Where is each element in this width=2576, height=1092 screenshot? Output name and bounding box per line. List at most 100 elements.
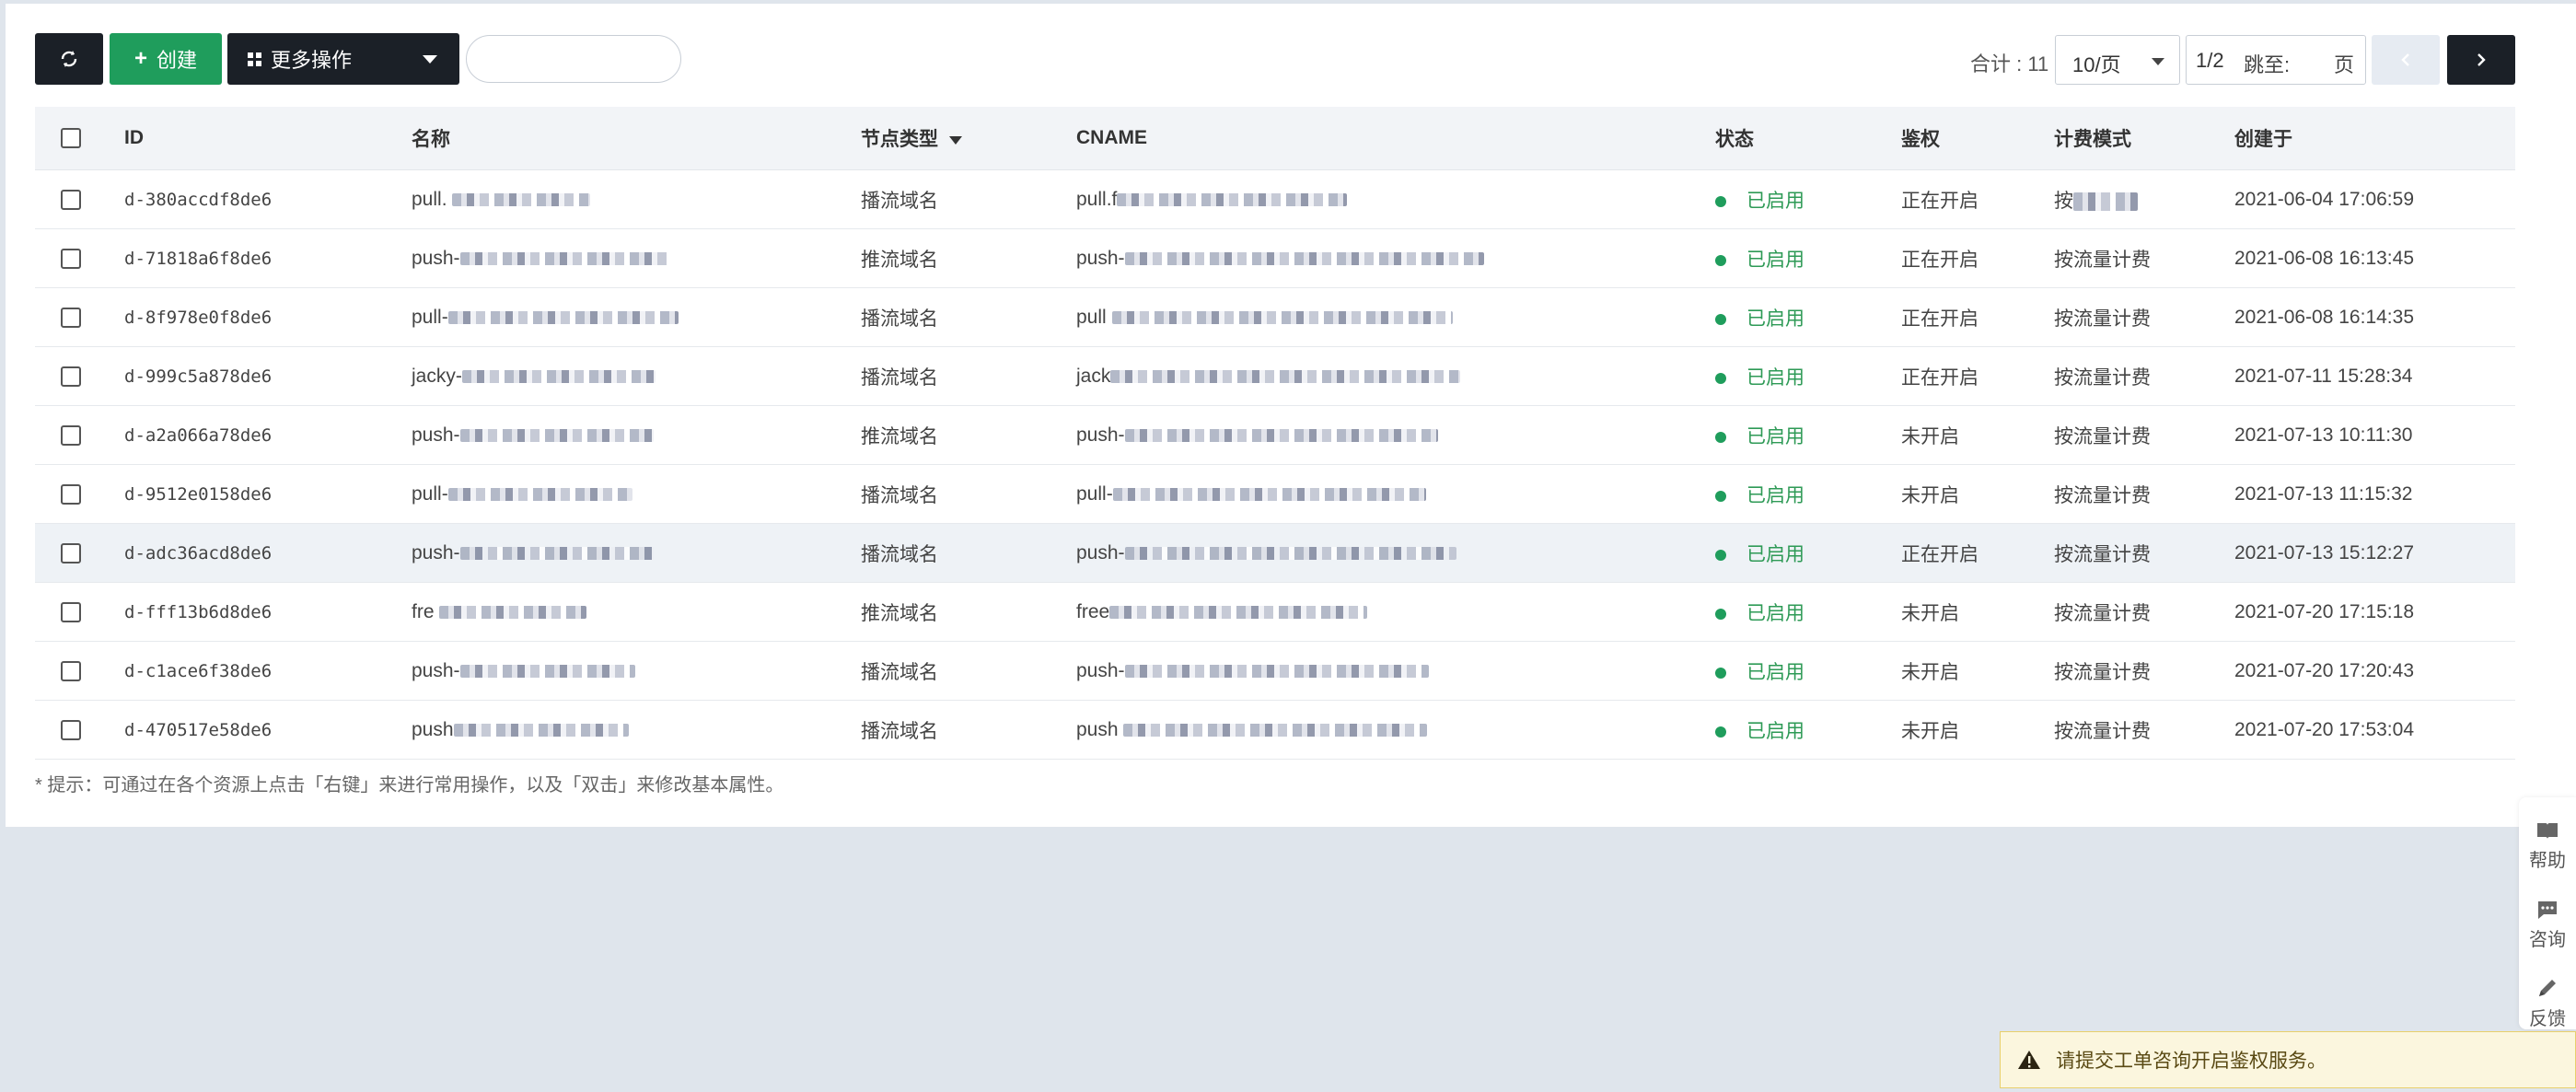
status-dot-icon — [1715, 372, 1726, 384]
row-state-text: 已启用 — [1746, 249, 1804, 271]
redacted-block — [1111, 310, 1453, 324]
more-actions-dropdown[interactable]: 更多操作 — [227, 33, 459, 85]
row-name-text: pull. — [412, 188, 447, 210]
row-auth: 未开启 — [1900, 405, 2053, 465]
pencil-icon — [2539, 980, 2556, 996]
row-billing: 按流量计费 — [2053, 464, 2234, 524]
row-cname-text: pull — [1076, 306, 1107, 328]
row-id-link[interactable]: d-c1ace6f38de6 — [123, 641, 411, 701]
row-checkbox[interactable] — [61, 248, 81, 269]
row-name: pull- — [411, 287, 860, 347]
consult-button[interactable]: 咨询 — [2519, 899, 2576, 951]
row-cname: push- — [1075, 523, 1714, 583]
row-name-text: push- — [412, 541, 460, 563]
row-id-link[interactable]: d-380accdf8de6 — [123, 169, 411, 229]
row-cname: push- — [1075, 405, 1714, 465]
table-row[interactable]: d-9512e0158de6 pull- 播流域名 pull- 已启用 未开启 … — [35, 464, 2515, 524]
feedback-button[interactable]: 反馈 — [2519, 978, 2576, 1030]
row-id-link[interactable]: d-470517e58de6 — [123, 700, 411, 760]
row-id-link[interactable]: d-999c5a878de6 — [123, 346, 411, 406]
row-checkbox[interactable] — [61, 366, 81, 387]
row-type: 推流域名 — [860, 582, 1075, 642]
row-checkbox[interactable] — [61, 189, 81, 210]
table-header-row: ID 名称 节点类型 CNAME 状态 鉴权 计费模式 创建于 — [35, 107, 2515, 170]
table-row[interactable]: d-8f978e0f8de6 pull- 播流域名 pull 已启用 正在开启 … — [35, 287, 2515, 347]
col-auth[interactable]: 鉴权 — [1900, 107, 2053, 170]
page-jump-input[interactable]: 1/2 跳至: 页 — [2186, 35, 2366, 85]
col-name[interactable]: 名称 — [411, 107, 860, 170]
redacted-block — [447, 487, 632, 501]
row-checkbox[interactable] — [61, 424, 81, 446]
row-cname: jack — [1075, 346, 1714, 406]
chevron-down-icon — [423, 55, 437, 64]
row-state: 已启用 — [1714, 169, 1900, 229]
page-size-select[interactable]: 10/页 — [2055, 35, 2180, 85]
warning-toast: 请提交工单咨询开启鉴权服务。 — [2000, 1031, 2576, 1088]
col-state[interactable]: 状态 — [1714, 107, 1900, 170]
consult-label: 咨询 — [2529, 930, 2566, 950]
help-button[interactable]: 帮助 — [2519, 819, 2576, 872]
book-icon — [2537, 823, 2558, 839]
create-button[interactable]: + 创建 — [110, 33, 222, 85]
table-row[interactable]: d-71818a6f8de6 push- 推流域名 push- 已启用 正在开启… — [35, 228, 2515, 288]
col-node-type[interactable]: 节点类型 — [860, 107, 1075, 170]
row-created: 2021-07-20 17:15:18 — [2234, 582, 2515, 642]
row-checkbox[interactable] — [61, 542, 81, 563]
col-created[interactable]: 创建于 — [2234, 107, 2515, 170]
table-row[interactable]: d-999c5a878de6 jacky- 播流域名 jack 已启用 正在开启… — [35, 346, 2515, 406]
col-id[interactable]: ID — [123, 107, 411, 170]
row-auth: 正在开启 — [1900, 523, 2053, 583]
row-id-link[interactable]: d-71818a6f8de6 — [123, 228, 411, 288]
status-dot-icon — [1715, 313, 1726, 325]
row-type: 播流域名 — [860, 464, 1075, 524]
row-cname-text: pull.f — [1076, 188, 1118, 210]
table-row[interactable]: d-fff13b6d8de6 fre 推流域名 free 已启用 未开启 按流量… — [35, 582, 2515, 642]
row-checkbox-cell — [35, 228, 123, 288]
select-all-checkbox[interactable] — [61, 128, 81, 149]
search-input[interactable] — [466, 35, 681, 83]
chevron-left-icon — [2401, 53, 2409, 66]
redacted-block — [447, 310, 679, 324]
row-id-link[interactable]: d-8f978e0f8de6 — [123, 287, 411, 347]
row-type: 播流域名 — [860, 169, 1075, 229]
row-billing: 按流量计费 — [2053, 287, 2234, 347]
row-billing: 按流量计费 — [2053, 523, 2234, 583]
row-checkbox[interactable] — [61, 660, 81, 681]
row-name: push — [411, 700, 860, 760]
row-type: 播流域名 — [860, 641, 1075, 701]
redacted-block — [459, 428, 654, 442]
row-checkbox[interactable] — [61, 307, 81, 328]
col-billing[interactable]: 计费模式 — [2053, 107, 2234, 170]
row-type: 播流域名 — [860, 700, 1075, 760]
refresh-button[interactable] — [35, 33, 103, 85]
table-row[interactable]: d-c1ace6f38de6 push- 播流域名 push- 已启用 未开启 … — [35, 641, 2515, 701]
col-cname[interactable]: CNAME — [1075, 107, 1714, 170]
filter-caret-icon[interactable] — [949, 135, 962, 145]
next-page-button[interactable] — [2447, 35, 2515, 85]
redacted-block — [1124, 664, 1429, 678]
status-dot-icon — [1715, 490, 1726, 502]
row-checkbox[interactable] — [61, 601, 81, 622]
row-id-link[interactable]: d-fff13b6d8de6 — [123, 582, 411, 642]
redacted-block — [461, 369, 656, 383]
row-state: 已启用 — [1714, 346, 1900, 406]
row-created: 2021-06-08 16:14:35 — [2234, 287, 2515, 347]
table-row[interactable]: d-a2a066a78de6 push- 推流域名 push- 已启用 未开启 … — [35, 405, 2515, 465]
row-id-link[interactable]: d-a2a066a78de6 — [123, 405, 411, 465]
row-name-text: jacky- — [412, 365, 462, 387]
row-cname-text: push- — [1076, 424, 1125, 446]
redacted-block — [1112, 487, 1426, 501]
row-checkbox[interactable] — [61, 483, 81, 505]
row-id-link[interactable]: d-9512e0158de6 — [123, 464, 411, 524]
current-page: 1/2 — [2196, 49, 2224, 72]
table-row[interactable]: d-adc36acd8de6 push- 播流域名 push- 已启用 正在开启… — [35, 523, 2515, 583]
row-created: 2021-07-20 17:53:04 — [2234, 700, 2515, 760]
prev-page-button[interactable] — [2372, 35, 2440, 85]
row-checkbox[interactable] — [61, 719, 81, 740]
table-row[interactable]: d-470517e58de6 push 播流域名 push 已启用 未开启 按流… — [35, 700, 2515, 760]
row-id-link[interactable]: d-adc36acd8de6 — [123, 523, 411, 583]
table-row[interactable]: d-380accdf8de6 pull. 播流域名 pull.f 已启用 正在开… — [35, 169, 2515, 229]
row-cname: pull — [1075, 287, 1714, 347]
row-cname-text: pull- — [1076, 482, 1113, 505]
row-auth: 正在开启 — [1900, 169, 2053, 229]
